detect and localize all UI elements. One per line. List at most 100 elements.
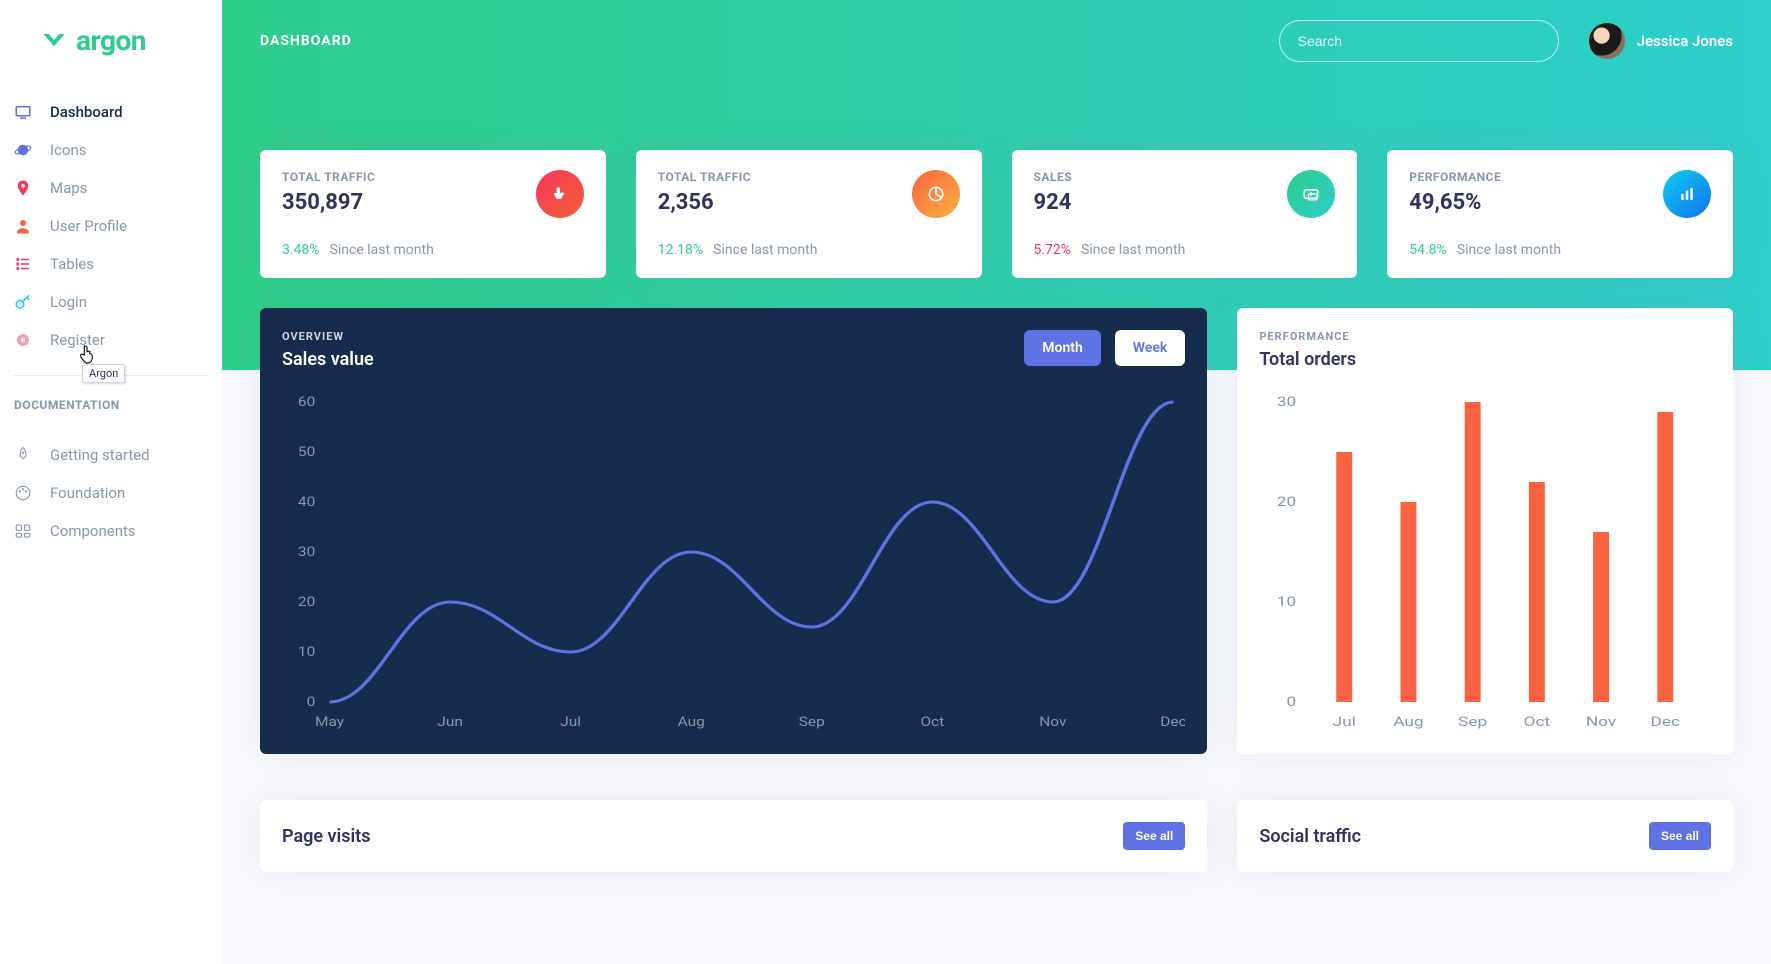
svg-text:May: May xyxy=(315,715,344,730)
svg-text:Jul: Jul xyxy=(1333,714,1356,729)
docs-nav: Getting started Foundation Components xyxy=(0,424,222,550)
nav-label: User Profile xyxy=(50,217,127,235)
svg-text:Sep: Sep xyxy=(799,715,825,730)
orders-overline: PERFORMANCE xyxy=(1259,330,1356,343)
sales-overline: OVERVIEW xyxy=(282,330,374,343)
brand-logo[interactable]: argon xyxy=(0,0,222,81)
nav-label: Getting started xyxy=(50,446,150,464)
docs-heading: DOCUMENTATION xyxy=(0,392,222,424)
svg-text:10: 10 xyxy=(1277,594,1296,609)
svg-text:Oct: Oct xyxy=(920,715,944,730)
svg-text:Nov: Nov xyxy=(1039,715,1066,730)
svg-text:20: 20 xyxy=(1277,494,1296,509)
logo-mark-icon xyxy=(40,27,68,55)
svg-text:30: 30 xyxy=(1277,394,1296,409)
header-right: Jessica Jones xyxy=(1279,20,1733,62)
main-nav: Dashboard Icons Maps User Profile Tables Logi… xyxy=(0,81,222,359)
user-name: Jessica Jones xyxy=(1637,32,1733,50)
svg-text:Dec: Dec xyxy=(1160,715,1185,730)
page-visits-card: Page visits See all xyxy=(260,800,1207,872)
sidebar-item-components[interactable]: Components xyxy=(0,512,222,550)
sidebar-item-getting-started[interactable]: Getting started xyxy=(0,436,222,474)
header-bar: DASHBOARD Jessica Jones xyxy=(222,0,1771,82)
charts-row: OVERVIEW Sales value Month Week 01020304… xyxy=(222,308,1771,784)
chart-range-toggle: Month Week xyxy=(1024,330,1185,366)
nav-label: Components xyxy=(50,522,136,540)
list-icon xyxy=(14,255,32,273)
bar-chart: 0102030JulAugSepOctNovDec xyxy=(1259,392,1711,732)
sidebar-item-maps[interactable]: Maps xyxy=(0,169,222,207)
ui-icon xyxy=(14,522,32,540)
svg-text:Oct: Oct xyxy=(1524,714,1551,729)
stat-change: 12.18% xyxy=(658,242,703,258)
sidebar-item-tables[interactable]: Tables xyxy=(0,245,222,283)
user-menu[interactable]: Jessica Jones xyxy=(1589,23,1733,59)
svg-text:30: 30 xyxy=(298,545,315,560)
stats-row: TOTAL TRAFFIC 350,897 3.48% Since last m… xyxy=(222,82,1771,308)
svg-text:Dec: Dec xyxy=(1651,714,1681,729)
svg-text:50: 50 xyxy=(298,445,315,460)
nav-label: Register xyxy=(50,331,105,349)
stat-value: 924 xyxy=(1034,190,1073,215)
pill-week[interactable]: Week xyxy=(1115,330,1186,366)
stat-card-0: TOTAL TRAFFIC 350,897 3.48% Since last m… xyxy=(260,150,606,278)
main: DASHBOARD Jessica Jones TOTAL TRAFFIC 35… xyxy=(222,0,1771,964)
pill-month[interactable]: Month xyxy=(1024,330,1101,366)
stat-title: TOTAL TRAFFIC xyxy=(282,170,375,184)
stat-card-2: SALES 924 5.72% Since last month xyxy=(1012,150,1358,278)
stat-card-3: PERFORMANCE 49,65% 54.8% Since last mont… xyxy=(1387,150,1733,278)
stat-card-1: TOTAL TRAFFIC 2,356 12.18% Since last mo… xyxy=(636,150,982,278)
page-visits-see-all[interactable]: See all xyxy=(1123,822,1185,850)
line-chart: 0102030405060MayJunJulAugSepOctNovDec xyxy=(282,392,1185,732)
stat-title: PERFORMANCE xyxy=(1409,170,1501,184)
svg-text:Jun: Jun xyxy=(437,715,463,730)
svg-text:40: 40 xyxy=(298,495,315,510)
svg-text:Aug: Aug xyxy=(1394,714,1424,729)
orders-title: Total orders xyxy=(1259,349,1356,370)
brand-name: argon xyxy=(76,24,146,57)
stat-period: Since last month xyxy=(1081,242,1185,258)
stat-change: 3.48% xyxy=(282,242,320,258)
nav-label: Icons xyxy=(50,141,87,159)
user-icon xyxy=(14,217,32,235)
stat-value: 2,356 xyxy=(658,190,751,215)
social-traffic-title: Social traffic xyxy=(1259,826,1361,847)
nav-label: Dashboard xyxy=(50,103,123,121)
avatar xyxy=(1589,23,1625,59)
stat-period: Since last month xyxy=(713,242,817,258)
stat-change: 5.72% xyxy=(1034,242,1072,258)
stat-value: 350,897 xyxy=(282,190,375,215)
tooltip: Argon xyxy=(82,364,125,383)
rocket-icon xyxy=(14,446,32,464)
svg-text:Aug: Aug xyxy=(678,715,705,730)
sidebar-item-dashboard[interactable]: Dashboard xyxy=(0,93,222,131)
sidebar-item-register[interactable]: Register xyxy=(0,321,222,359)
tv-icon xyxy=(14,103,32,121)
stat-title: TOTAL TRAFFIC xyxy=(658,170,751,184)
stat-period: Since last month xyxy=(330,242,434,258)
social-traffic-see-all[interactable]: See all xyxy=(1649,822,1711,850)
orders-chart-card: PERFORMANCE Total orders 0102030JulAugSe… xyxy=(1237,308,1733,754)
search-input[interactable] xyxy=(1279,20,1559,62)
sidebar-item-login[interactable]: Login xyxy=(0,283,222,321)
nav-label: Maps xyxy=(50,179,87,197)
svg-text:Sep: Sep xyxy=(1458,714,1487,729)
sidebar-item-foundation[interactable]: Foundation xyxy=(0,474,222,512)
page-title: DASHBOARD xyxy=(260,33,352,49)
money-icon xyxy=(1287,170,1335,218)
sidebar-item-icons[interactable]: Icons xyxy=(0,131,222,169)
stat-change: 54.8% xyxy=(1409,242,1447,258)
pie-icon xyxy=(912,170,960,218)
circle-icon xyxy=(14,331,32,349)
stat-title: SALES xyxy=(1034,170,1073,184)
sales-chart-card: OVERVIEW Sales value Month Week 01020304… xyxy=(260,308,1207,754)
social-traffic-card: Social traffic See all xyxy=(1237,800,1733,872)
svg-text:60: 60 xyxy=(298,395,315,410)
nav-label: Tables xyxy=(50,255,94,273)
planet-icon xyxy=(14,141,32,159)
sidebar-item-user-profile[interactable]: User Profile xyxy=(0,207,222,245)
nav-label: Login xyxy=(50,293,87,311)
hand-icon xyxy=(536,170,584,218)
svg-text:0: 0 xyxy=(307,695,316,710)
tables-row: Page visits See all Social traffic See a… xyxy=(222,784,1771,902)
